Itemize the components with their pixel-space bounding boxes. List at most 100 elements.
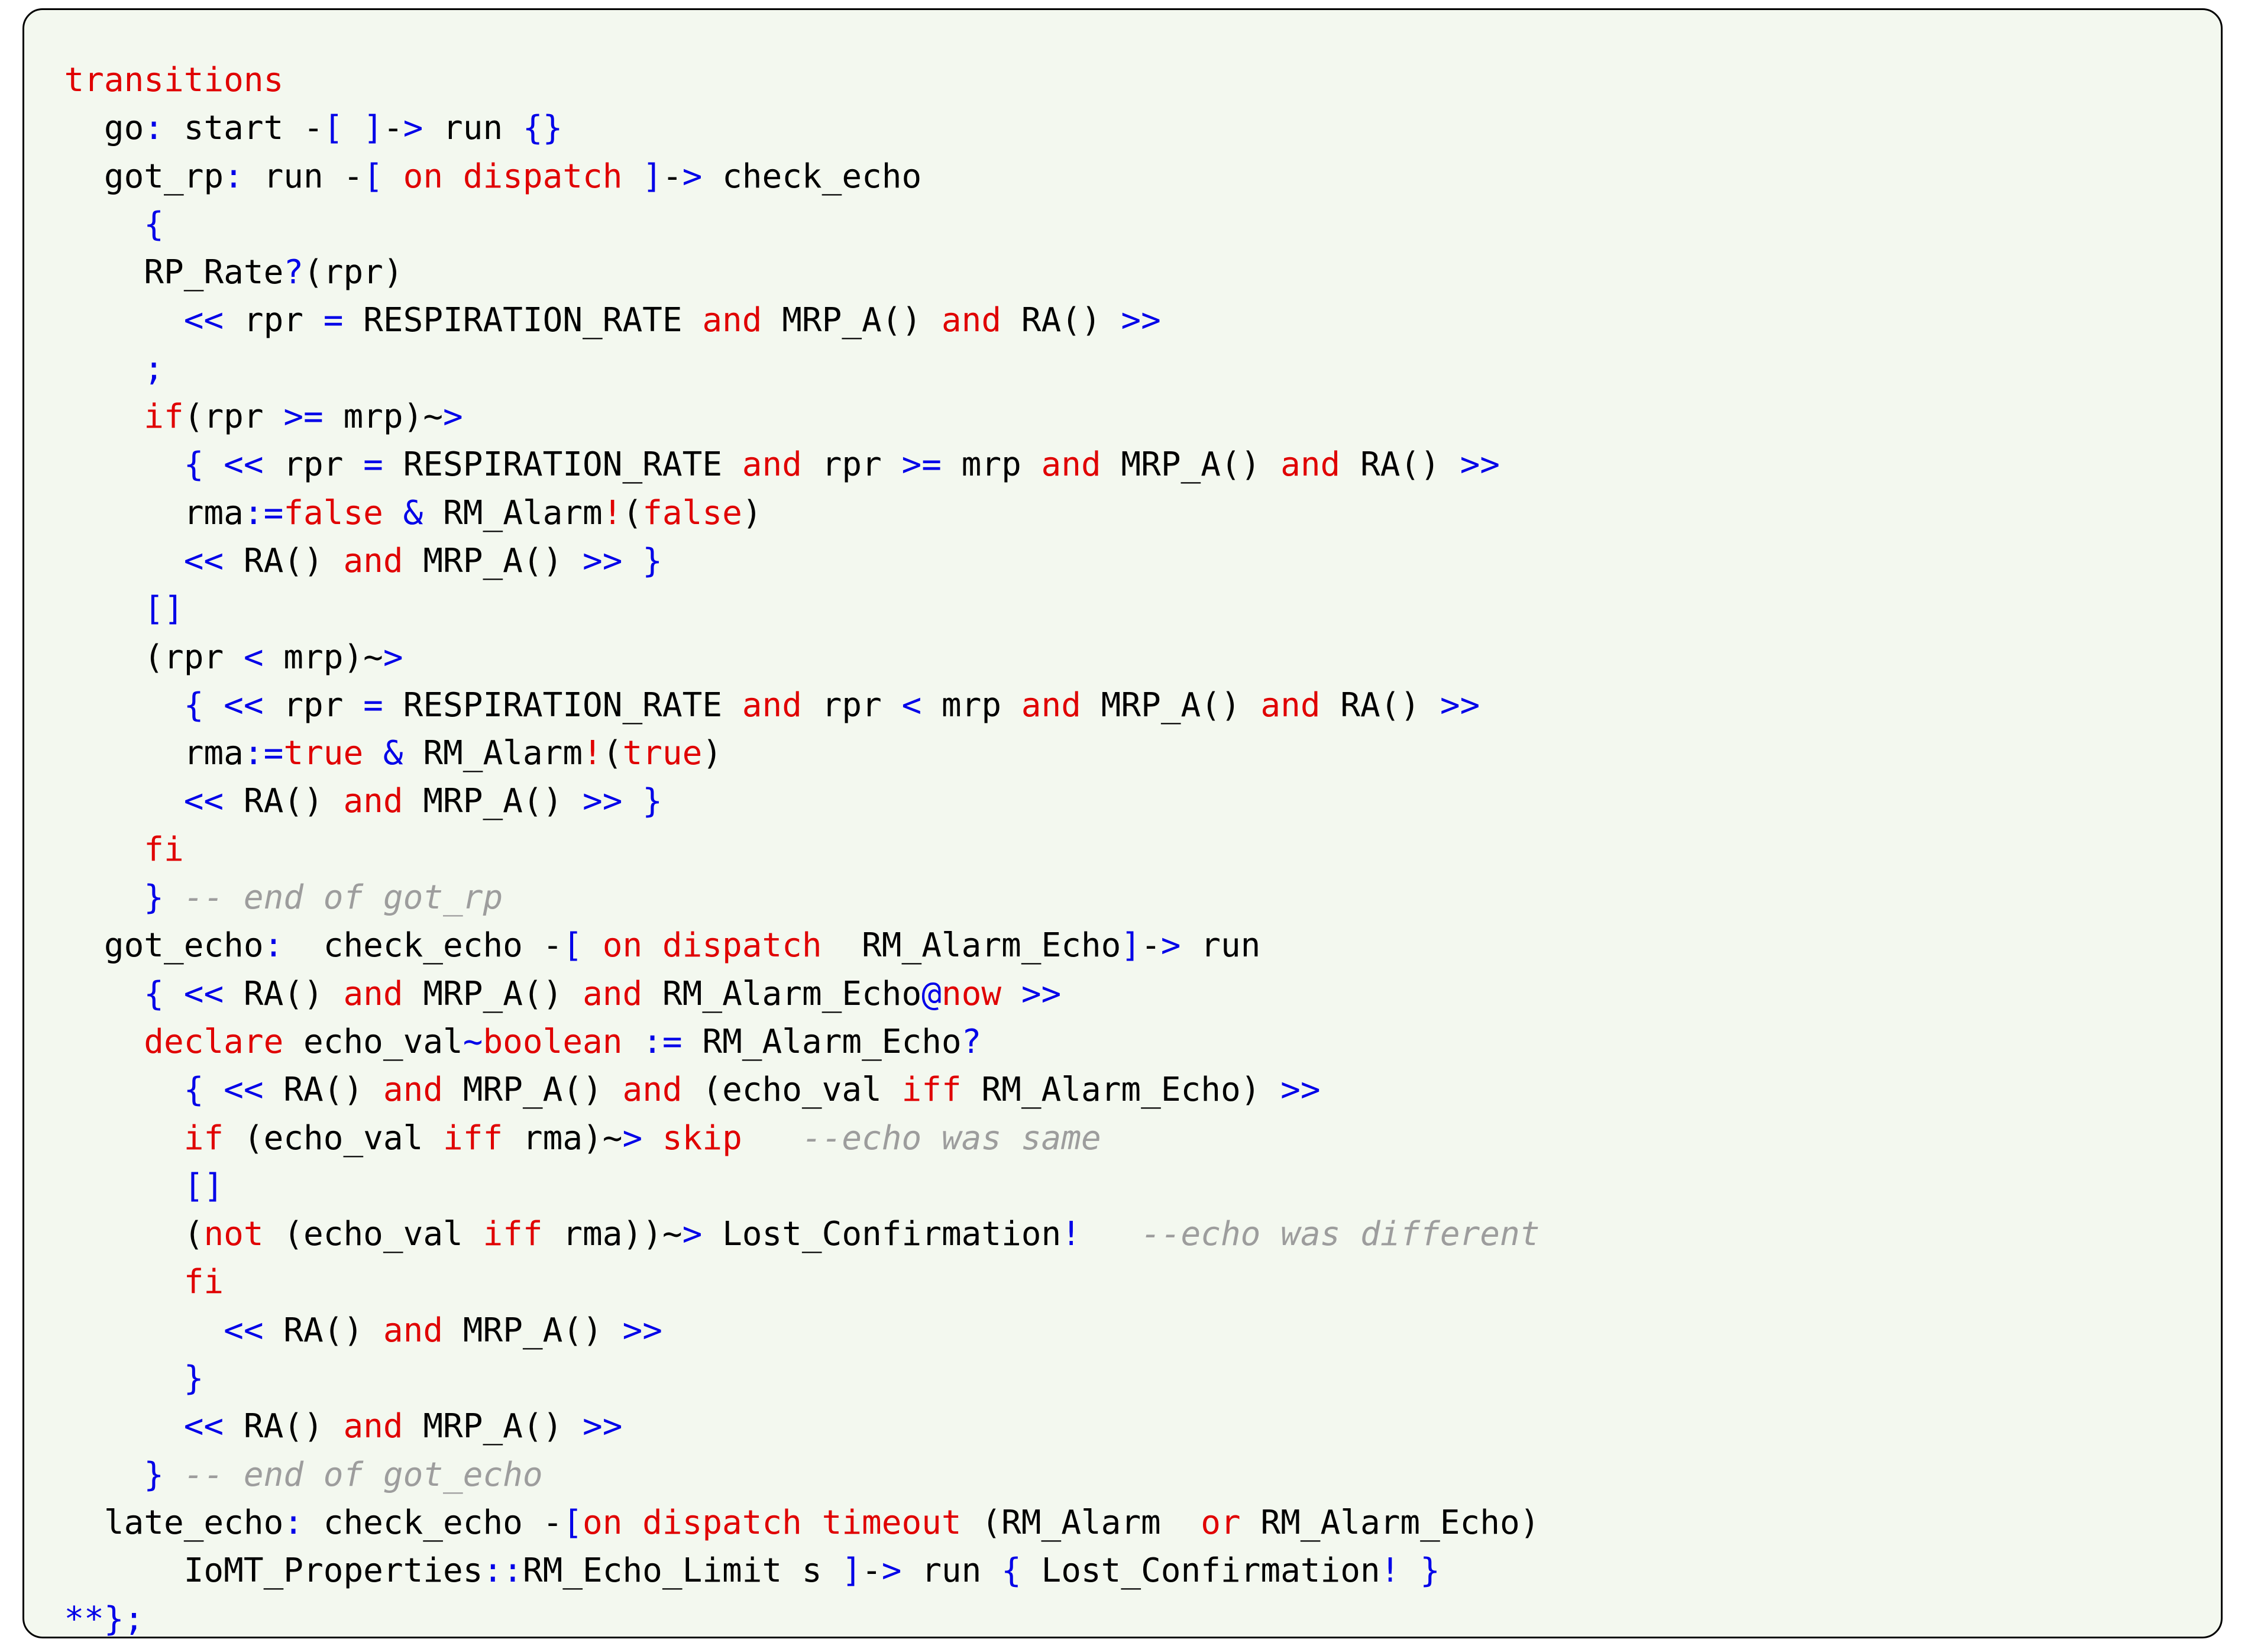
code-token-kw: and xyxy=(343,782,403,821)
code-token-op: > xyxy=(443,397,463,437)
code-token-id: check_echo - xyxy=(303,1503,563,1542)
code-token-id xyxy=(343,109,363,147)
code-line: if (echo_val iff rma)~> skip --echo was … xyxy=(24,1114,1540,1162)
code-token-id: RM_Alarm_Echo xyxy=(682,1022,962,1061)
code-line: { << RA() and MRP_A() and (echo_val iff … xyxy=(24,1066,1540,1114)
code-token-id: RM_Alarm_Echo) xyxy=(1240,1503,1540,1542)
code-token-id: run xyxy=(1181,926,1261,965)
code-line: **}; xyxy=(24,1595,1540,1638)
code-token-id: ) xyxy=(702,734,723,773)
code-token-op: << xyxy=(224,686,264,725)
code-line: { << RA() and MRP_A() and RM_Alarm_Echo@… xyxy=(24,970,1540,1018)
code-token-id: RA() xyxy=(224,541,344,580)
code-line: declare echo_val~boolean := RM_Alarm_Ech… xyxy=(24,1018,1540,1066)
code-token-id: - xyxy=(662,157,683,196)
code-token-kw: ! xyxy=(583,734,603,773)
code-token-id: (rpr) xyxy=(303,253,403,292)
code-token-kw: or xyxy=(1181,1503,1241,1542)
code-token-kw: and xyxy=(1260,686,1321,725)
code-token-op: } xyxy=(144,878,164,917)
code-token-id: rpr xyxy=(263,445,364,484)
code-token-kw: now xyxy=(941,974,1002,1013)
code-token-op: << xyxy=(183,541,224,580)
code-token-id: mrp xyxy=(921,686,1021,725)
code-token-id xyxy=(742,1119,802,1158)
code-token-op: << xyxy=(224,445,264,484)
code-token-cm: -- end of got_echo xyxy=(183,1455,543,1494)
code-token-op: >= xyxy=(283,397,324,437)
code-token-id: rma))~ xyxy=(542,1215,683,1254)
code-token-kw: on dispatch xyxy=(403,157,623,196)
code-token-op: << xyxy=(224,1311,264,1350)
code-token-id: ( xyxy=(602,734,623,773)
code-token-id: (echo_val xyxy=(682,1071,902,1110)
code-token-id: ( xyxy=(622,493,643,532)
code-token-kw: fi xyxy=(183,1263,224,1302)
code-token-op: [ xyxy=(323,109,344,148)
code-token-id: (rpr xyxy=(144,638,244,677)
code-token-id xyxy=(363,734,383,772)
code-token-kw: fi xyxy=(144,830,184,869)
code-line: } xyxy=(24,1354,1540,1402)
code-token-kw: declare xyxy=(144,1022,284,1061)
code-token-id: RESPIRATION_RATE xyxy=(343,301,703,340)
code-token-op: [] xyxy=(183,1166,224,1205)
code-token-cm: -- end of got_rp xyxy=(183,878,503,917)
code-token-op: ~ xyxy=(463,1022,483,1061)
code-token-op: } xyxy=(642,782,662,821)
code-token-op: ? xyxy=(283,253,304,292)
code-token-kw: true xyxy=(622,734,703,773)
code-token-op: >> xyxy=(1440,686,1480,725)
code-token-kw: and xyxy=(383,1311,444,1350)
code-token-kw: and xyxy=(343,974,403,1013)
code-token-kw: if xyxy=(144,397,184,437)
code-token-id: rma xyxy=(183,493,244,532)
code-line: (rpr < mrp)~> xyxy=(24,633,1540,681)
code-token-id: MRP_A() xyxy=(443,1071,623,1110)
code-token-kw: and xyxy=(383,1071,444,1110)
code-token-op: { xyxy=(183,1071,204,1110)
code-token-id: Lost_Confirmation xyxy=(702,1215,1062,1254)
code-token-op: > xyxy=(881,1551,902,1590)
code-token-op: { xyxy=(183,686,204,725)
code-token-op: @ xyxy=(921,974,942,1013)
code-token-id: rpr xyxy=(801,686,902,725)
code-token-id: RP_Rate xyxy=(144,253,284,292)
code-token-op: = xyxy=(363,686,383,725)
code-token-id: (rpr xyxy=(183,397,284,437)
code-token-op: [] xyxy=(144,590,184,629)
code-token-id: ( xyxy=(183,1215,204,1254)
code-token-op: >> xyxy=(1121,301,1161,340)
code-token-id: MRP_A() xyxy=(403,1407,583,1446)
code-token-id xyxy=(164,878,184,917)
code-token-id: RA() xyxy=(263,1071,383,1110)
code-token-op: { xyxy=(183,445,204,484)
code-line: fi xyxy=(24,1258,1540,1306)
code-token-id: echo_val xyxy=(283,1022,463,1061)
code-token-op: << xyxy=(224,1071,264,1110)
code-token-kw: and xyxy=(1280,445,1341,484)
code-line: late_echo: check_echo -[on dispatch time… xyxy=(24,1499,1540,1547)
code-token-op: **}; xyxy=(64,1599,144,1638)
code-line: << RA() and MRP_A() >> } xyxy=(24,777,1540,825)
code-token-id xyxy=(622,542,642,580)
code-token-op: } xyxy=(642,541,662,580)
code-token-kw: and xyxy=(1041,445,1101,484)
code-token-id: MRP_A() xyxy=(1101,445,1281,484)
code-line: { << rpr = RESPIRATION_RATE and rpr < mr… xyxy=(24,681,1540,729)
code-token-op: ! xyxy=(1380,1551,1401,1590)
code-token-op: > xyxy=(682,1215,703,1254)
code-token-id: (RM_Alarm xyxy=(961,1503,1181,1542)
